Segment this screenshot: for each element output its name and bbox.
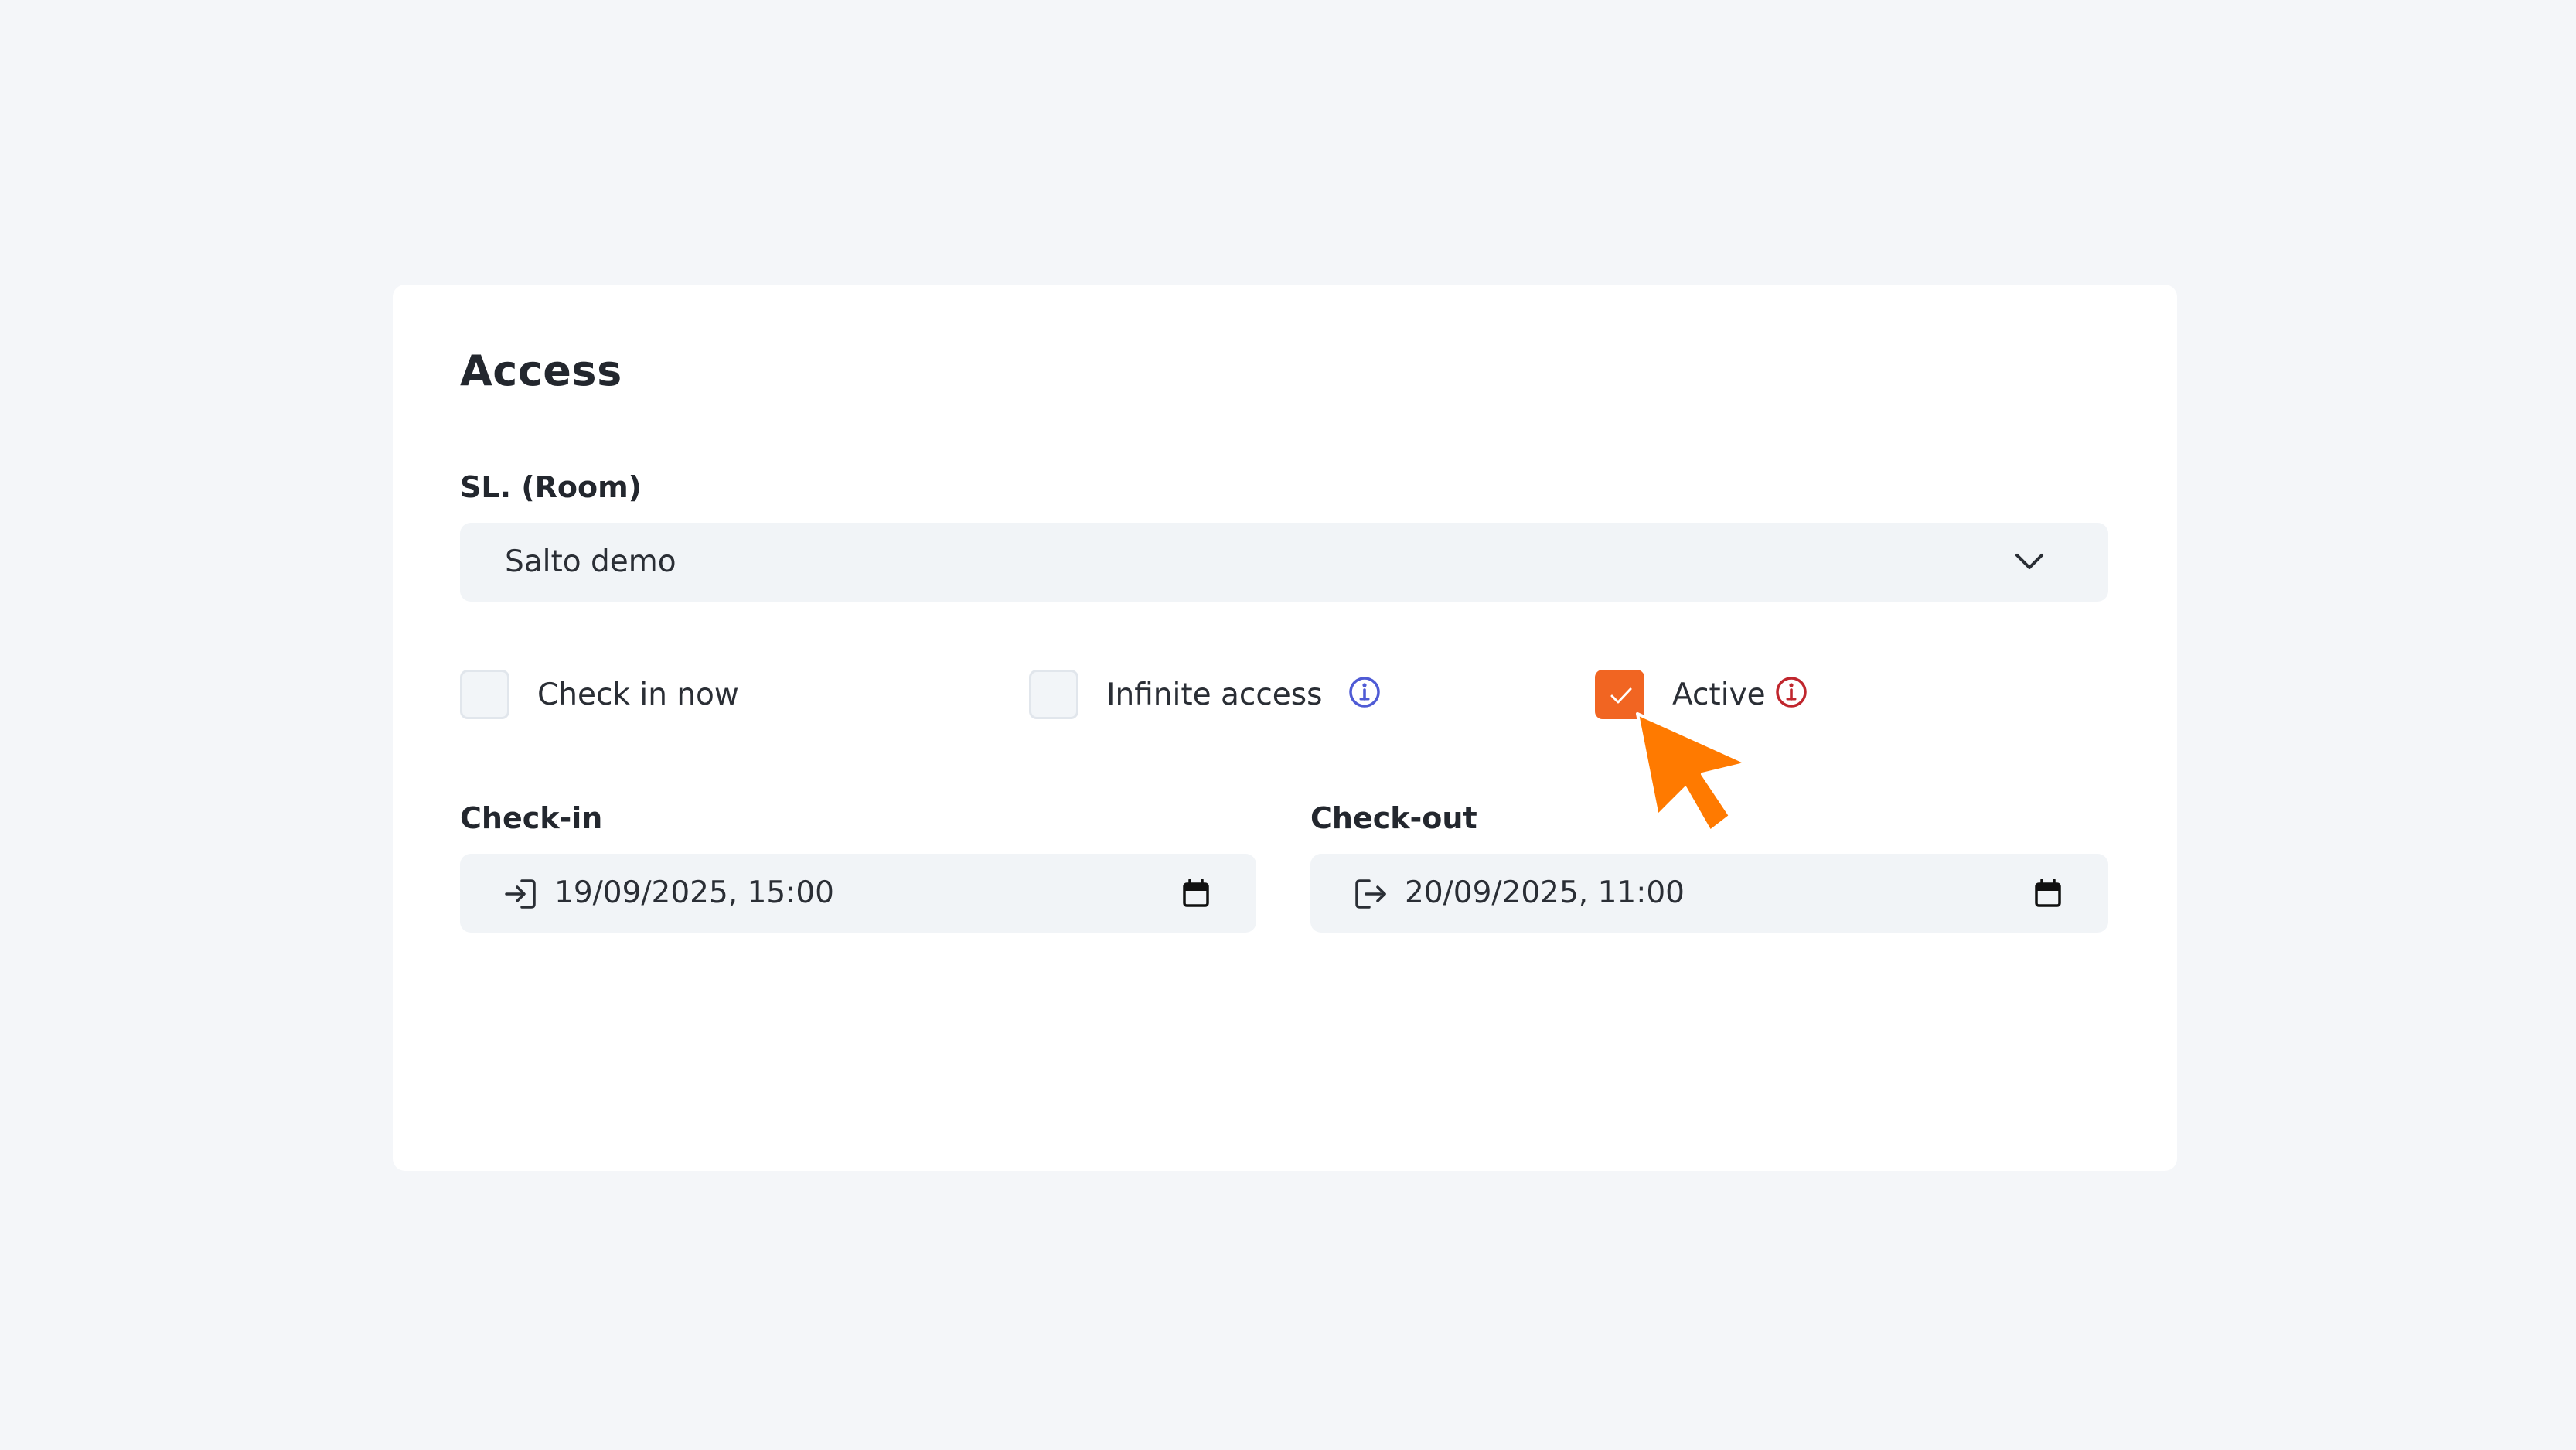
check-in-now-checkbox[interactable] (460, 670, 509, 719)
room-select[interactable]: Salto demo (460, 523, 2108, 602)
check-in-now-label: Check in now (537, 677, 739, 712)
check-in-now-option[interactable]: Check in now (460, 670, 769, 721)
checkout-value: 20/09/2025, 11:00 (1405, 875, 1685, 910)
pointer-cursor-icon (1636, 712, 1749, 833)
sign-out-icon (1355, 879, 1386, 909)
infinite-access-option[interactable]: Infinite access (1029, 670, 1416, 721)
infinite-access-checkbox[interactable] (1029, 670, 1078, 719)
calendar-icon[interactable] (1182, 879, 1210, 908)
checkin-value: 19/09/2025, 15:00 (554, 875, 834, 910)
checkout-label: Check-out (1310, 801, 1477, 835)
access-card: Access SL. (Room) Salto demo Check in no… (393, 285, 2177, 1171)
card-title: Access (460, 346, 622, 395)
room-select-value: Salto demo (505, 544, 676, 579)
infinite-access-label: Infinite access (1106, 677, 1323, 712)
room-label: SL. (Room) (460, 470, 642, 504)
info-icon[interactable] (1774, 675, 1808, 709)
info-icon[interactable] (1348, 675, 1382, 709)
checkout-date-input[interactable]: 20/09/2025, 11:00 (1310, 854, 2108, 933)
checkin-date-input[interactable]: 19/09/2025, 15:00 (460, 854, 1256, 933)
checkmark-icon (1610, 687, 1632, 704)
chevron-down-icon (2015, 554, 2043, 569)
sign-in-icon (505, 879, 536, 909)
calendar-icon[interactable] (2034, 879, 2062, 908)
checkin-label: Check-in (460, 801, 603, 835)
